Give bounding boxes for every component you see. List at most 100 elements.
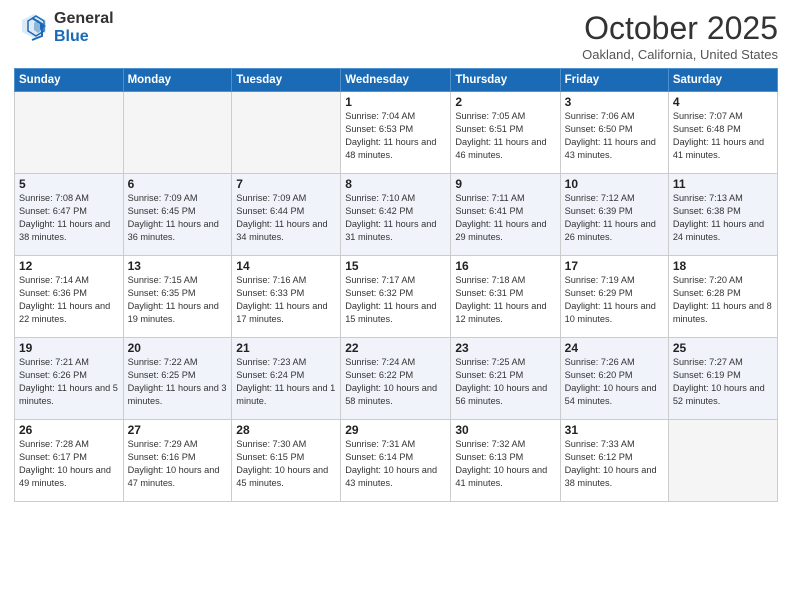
day-info: Sunrise: 7:24 AM Sunset: 6:22 PM Dayligh…	[345, 356, 446, 408]
day-number: 2	[455, 95, 555, 109]
table-row: 9Sunrise: 7:11 AM Sunset: 6:41 PM Daylig…	[451, 174, 560, 256]
day-info: Sunrise: 7:29 AM Sunset: 6:16 PM Dayligh…	[128, 438, 228, 490]
day-number: 10	[565, 177, 664, 191]
day-info: Sunrise: 7:20 AM Sunset: 6:28 PM Dayligh…	[673, 274, 773, 326]
day-number: 14	[236, 259, 336, 273]
table-row	[232, 92, 341, 174]
table-row: 6Sunrise: 7:09 AM Sunset: 6:45 PM Daylig…	[123, 174, 232, 256]
logo-blue-text: Blue	[54, 28, 114, 46]
month-title: October 2025	[582, 10, 778, 47]
day-number: 26	[19, 423, 119, 437]
day-number: 20	[128, 341, 228, 355]
table-row	[123, 92, 232, 174]
day-info: Sunrise: 7:30 AM Sunset: 6:15 PM Dayligh…	[236, 438, 336, 490]
day-info: Sunrise: 7:13 AM Sunset: 6:38 PM Dayligh…	[673, 192, 773, 244]
col-sunday: Sunday	[15, 69, 124, 92]
day-number: 25	[673, 341, 773, 355]
day-info: Sunrise: 7:26 AM Sunset: 6:20 PM Dayligh…	[565, 356, 664, 408]
page: General Blue October 2025 Oakland, Calif…	[0, 0, 792, 612]
day-number: 5	[19, 177, 119, 191]
table-row: 4Sunrise: 7:07 AM Sunset: 6:48 PM Daylig…	[668, 92, 777, 174]
table-row: 22Sunrise: 7:24 AM Sunset: 6:22 PM Dayli…	[341, 338, 451, 420]
table-row: 8Sunrise: 7:10 AM Sunset: 6:42 PM Daylig…	[341, 174, 451, 256]
day-number: 19	[19, 341, 119, 355]
col-saturday: Saturday	[668, 69, 777, 92]
day-number: 3	[565, 95, 664, 109]
day-info: Sunrise: 7:09 AM Sunset: 6:44 PM Dayligh…	[236, 192, 336, 244]
calendar-week-row: 12Sunrise: 7:14 AM Sunset: 6:36 PM Dayli…	[15, 256, 778, 338]
day-info: Sunrise: 7:17 AM Sunset: 6:32 PM Dayligh…	[345, 274, 446, 326]
table-row: 30Sunrise: 7:32 AM Sunset: 6:13 PM Dayli…	[451, 420, 560, 502]
day-info: Sunrise: 7:25 AM Sunset: 6:21 PM Dayligh…	[455, 356, 555, 408]
calendar-week-row: 26Sunrise: 7:28 AM Sunset: 6:17 PM Dayli…	[15, 420, 778, 502]
day-info: Sunrise: 7:14 AM Sunset: 6:36 PM Dayligh…	[19, 274, 119, 326]
table-row: 24Sunrise: 7:26 AM Sunset: 6:20 PM Dayli…	[560, 338, 668, 420]
day-number: 6	[128, 177, 228, 191]
day-info: Sunrise: 7:28 AM Sunset: 6:17 PM Dayligh…	[19, 438, 119, 490]
day-info: Sunrise: 7:22 AM Sunset: 6:25 PM Dayligh…	[128, 356, 228, 408]
table-row: 11Sunrise: 7:13 AM Sunset: 6:38 PM Dayli…	[668, 174, 777, 256]
day-info: Sunrise: 7:07 AM Sunset: 6:48 PM Dayligh…	[673, 110, 773, 162]
col-thursday: Thursday	[451, 69, 560, 92]
day-info: Sunrise: 7:11 AM Sunset: 6:41 PM Dayligh…	[455, 192, 555, 244]
day-number: 29	[345, 423, 446, 437]
calendar-week-row: 5Sunrise: 7:08 AM Sunset: 6:47 PM Daylig…	[15, 174, 778, 256]
day-info: Sunrise: 7:12 AM Sunset: 6:39 PM Dayligh…	[565, 192, 664, 244]
col-wednesday: Wednesday	[341, 69, 451, 92]
day-info: Sunrise: 7:16 AM Sunset: 6:33 PM Dayligh…	[236, 274, 336, 326]
day-number: 1	[345, 95, 446, 109]
table-row: 3Sunrise: 7:06 AM Sunset: 6:50 PM Daylig…	[560, 92, 668, 174]
col-friday: Friday	[560, 69, 668, 92]
day-number: 16	[455, 259, 555, 273]
table-row: 2Sunrise: 7:05 AM Sunset: 6:51 PM Daylig…	[451, 92, 560, 174]
table-row: 26Sunrise: 7:28 AM Sunset: 6:17 PM Dayli…	[15, 420, 124, 502]
day-info: Sunrise: 7:23 AM Sunset: 6:24 PM Dayligh…	[236, 356, 336, 408]
day-number: 23	[455, 341, 555, 355]
table-row: 17Sunrise: 7:19 AM Sunset: 6:29 PM Dayli…	[560, 256, 668, 338]
logo-general-text: General	[54, 10, 114, 28]
header: General Blue October 2025 Oakland, Calif…	[14, 10, 778, 62]
day-number: 11	[673, 177, 773, 191]
day-info: Sunrise: 7:15 AM Sunset: 6:35 PM Dayligh…	[128, 274, 228, 326]
table-row: 27Sunrise: 7:29 AM Sunset: 6:16 PM Dayli…	[123, 420, 232, 502]
table-row: 14Sunrise: 7:16 AM Sunset: 6:33 PM Dayli…	[232, 256, 341, 338]
day-number: 13	[128, 259, 228, 273]
table-row: 31Sunrise: 7:33 AM Sunset: 6:12 PM Dayli…	[560, 420, 668, 502]
day-info: Sunrise: 7:18 AM Sunset: 6:31 PM Dayligh…	[455, 274, 555, 326]
day-info: Sunrise: 7:27 AM Sunset: 6:19 PM Dayligh…	[673, 356, 773, 408]
day-info: Sunrise: 7:08 AM Sunset: 6:47 PM Dayligh…	[19, 192, 119, 244]
day-number: 28	[236, 423, 336, 437]
day-number: 22	[345, 341, 446, 355]
day-number: 9	[455, 177, 555, 191]
day-info: Sunrise: 7:19 AM Sunset: 6:29 PM Dayligh…	[565, 274, 664, 326]
day-number: 18	[673, 259, 773, 273]
logo-icon	[14, 10, 50, 46]
table-row: 12Sunrise: 7:14 AM Sunset: 6:36 PM Dayli…	[15, 256, 124, 338]
day-info: Sunrise: 7:33 AM Sunset: 6:12 PM Dayligh…	[565, 438, 664, 490]
day-info: Sunrise: 7:31 AM Sunset: 6:14 PM Dayligh…	[345, 438, 446, 490]
day-number: 21	[236, 341, 336, 355]
calendar-week-row: 19Sunrise: 7:21 AM Sunset: 6:26 PM Dayli…	[15, 338, 778, 420]
table-row	[668, 420, 777, 502]
day-info: Sunrise: 7:06 AM Sunset: 6:50 PM Dayligh…	[565, 110, 664, 162]
calendar: Sunday Monday Tuesday Wednesday Thursday…	[14, 68, 778, 502]
table-row	[15, 92, 124, 174]
table-row: 20Sunrise: 7:22 AM Sunset: 6:25 PM Dayli…	[123, 338, 232, 420]
table-row: 7Sunrise: 7:09 AM Sunset: 6:44 PM Daylig…	[232, 174, 341, 256]
day-number: 24	[565, 341, 664, 355]
day-info: Sunrise: 7:09 AM Sunset: 6:45 PM Dayligh…	[128, 192, 228, 244]
table-row: 18Sunrise: 7:20 AM Sunset: 6:28 PM Dayli…	[668, 256, 777, 338]
day-number: 7	[236, 177, 336, 191]
day-info: Sunrise: 7:21 AM Sunset: 6:26 PM Dayligh…	[19, 356, 119, 408]
table-row: 1Sunrise: 7:04 AM Sunset: 6:53 PM Daylig…	[341, 92, 451, 174]
day-number: 8	[345, 177, 446, 191]
table-row: 13Sunrise: 7:15 AM Sunset: 6:35 PM Dayli…	[123, 256, 232, 338]
day-number: 17	[565, 259, 664, 273]
logo: General Blue	[14, 10, 114, 46]
day-number: 15	[345, 259, 446, 273]
table-row: 10Sunrise: 7:12 AM Sunset: 6:39 PM Dayli…	[560, 174, 668, 256]
calendar-header-row: Sunday Monday Tuesday Wednesday Thursday…	[15, 69, 778, 92]
day-info: Sunrise: 7:05 AM Sunset: 6:51 PM Dayligh…	[455, 110, 555, 162]
col-monday: Monday	[123, 69, 232, 92]
day-number: 27	[128, 423, 228, 437]
